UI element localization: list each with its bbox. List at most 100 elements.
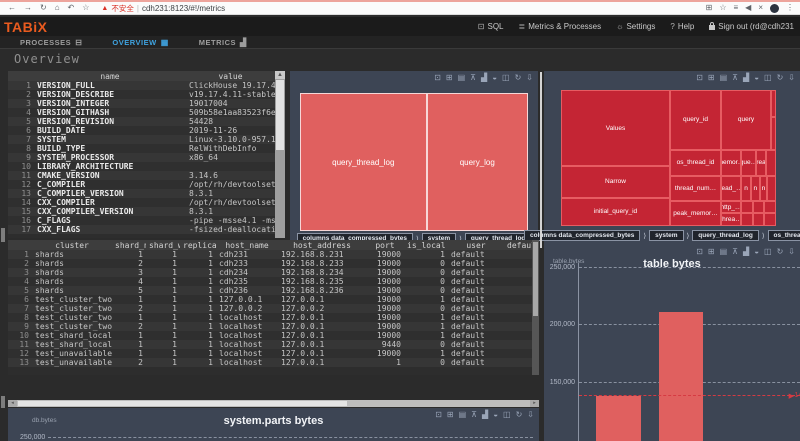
nav-metrics-processes[interactable]: ≣ Metrics & Processes <box>519 22 602 31</box>
col-name[interactable]: name <box>34 71 186 81</box>
table-row[interactable]: 16 C_FLAGS -pipe -msse4.1 -msse4.2 -mpo <box>8 216 275 225</box>
zoom-box-icon[interactable]: ⊡ <box>696 73 703 83</box>
bar-mode-icon[interactable]: ▟ <box>481 73 487 83</box>
forward-icon[interactable]: → <box>24 3 32 13</box>
scroll-left-icon[interactable]: ◂ <box>8 400 17 407</box>
treemap-cell[interactable]: threa… <box>720 213 741 226</box>
treemap-cell[interactable]: n <box>740 175 752 201</box>
scroll-up-icon[interactable]: ▲ <box>275 71 285 79</box>
table-row[interactable]: 5 VERSION_REVISION 54428 <box>8 117 275 126</box>
info-table-scrollbar[interactable]: ▲ <box>275 71 285 238</box>
autoscale-icon[interactable]: ⊼ <box>470 73 476 83</box>
back-icon[interactable]: ← <box>8 3 16 13</box>
resize-grip[interactable] <box>1 396 5 408</box>
treemap-cell[interactable]: query <box>720 90 772 150</box>
bar[interactable] <box>596 395 641 441</box>
treemap-cell[interactable]: n <box>751 175 760 201</box>
download-icon[interactable]: ⇩ <box>526 73 533 83</box>
cluster-table-scrollbar[interactable] <box>532 240 539 375</box>
pathbar-chip[interactable]: system <box>649 230 684 241</box>
close-tab-icon[interactable]: × <box>758 3 763 13</box>
autoscale-icon[interactable]: ⊼ <box>732 73 738 83</box>
tab-metrics[interactable]: METRICS ▟ <box>199 38 247 47</box>
tab-processes[interactable]: PROCESSES ⊟ <box>20 38 82 47</box>
bar[interactable] <box>658 311 704 441</box>
col-index[interactable] <box>8 71 34 81</box>
table-row[interactable]: 2 shards 2 1 1 cdh233 192.168.8.233 1900… <box>8 259 532 268</box>
hover-mode-icon[interactable]: ◒ <box>492 73 497 83</box>
compare-mode-icon[interactable]: ◫ <box>764 247 772 257</box>
hover-mode-icon[interactable]: ◒ <box>754 73 759 83</box>
table-row[interactable]: 9 SYSTEM_PROCESSOR x86_64 <box>8 153 275 162</box>
table-row[interactable]: 6 BUILD_DATE 2019-11-26 <box>8 126 275 135</box>
table-row[interactable]: 4 VERSION_GITHASH 509b58e1aa83523f6e3c72… <box>8 108 275 117</box>
treemap-cell[interactable] <box>764 200 776 214</box>
pan-icon[interactable]: ⊞ <box>708 247 715 257</box>
column-header[interactable]: port <box>366 240 404 250</box>
column-header[interactable]: host_name <box>216 240 278 250</box>
treemap-cell[interactable]: query_thread_log <box>300 93 427 231</box>
zoom-box-icon[interactable]: ⊡ <box>435 410 442 420</box>
scrollbar-thumb[interactable] <box>533 242 538 317</box>
tab-overview[interactable]: OVERVIEW ▦ <box>112 38 168 47</box>
table-row[interactable]: 9 test_cluster_two_s 2 1 1 localhost 127… <box>8 322 532 331</box>
compare-mode-icon[interactable]: ◫ <box>502 73 510 83</box>
table-row[interactable]: 1 VERSION_FULL ClickHouse 19.17.4.11 <box>8 81 275 90</box>
address-bar[interactable]: ▲ 不安全 | cdh231:8123/#!/metrics <box>97 2 700 14</box>
treemap-cell[interactable]: n <box>759 175 768 201</box>
column-header[interactable]: shard_we <box>146 240 180 250</box>
table-row[interactable]: 4 shards 4 1 1 cdh235 192.168.8.235 1900… <box>8 277 532 286</box>
download-icon[interactable]: ⇩ <box>527 410 534 420</box>
profile-avatar[interactable] <box>770 3 779 13</box>
treemap-cell[interactable]: os_thread_id <box>670 149 721 176</box>
table-row[interactable]: 7 test_cluster_two_s 2 1 1 127.0.0.2 127… <box>8 304 532 313</box>
reset-axes-icon[interactable]: ↻ <box>777 73 784 83</box>
reset-axes-icon[interactable]: ↻ <box>516 410 523 420</box>
nav-help[interactable]: ? Help <box>670 22 694 31</box>
zoom-box-icon[interactable]: ⊡ <box>434 73 441 83</box>
pathbar-chip[interactable]: query_thread_log <box>692 230 759 241</box>
table-row[interactable]: 12 test_unavailable_s 1 1 1 localhost 12… <box>8 349 532 358</box>
scrollbar-thumb[interactable] <box>18 401 348 406</box>
table-row[interactable]: 17 CXX_FLAGS -fsized-deallocation -pipe … <box>8 225 275 234</box>
column-header[interactable]: is_local <box>404 240 448 250</box>
history-icon[interactable]: ↶ <box>68 3 75 13</box>
treemap-cell[interactable]: que… <box>740 149 756 176</box>
nav-sql[interactable]: ⊡ SQL <box>478 22 504 31</box>
scroll-right-icon[interactable]: ▸ <box>530 400 539 407</box>
column-header[interactable]: shard_nu <box>112 240 146 250</box>
nav-settings[interactable]: ☼ Settings <box>616 22 655 31</box>
scrollbar-thumb[interactable] <box>276 80 284 151</box>
treemap-cell[interactable]: Values <box>561 90 670 167</box>
treemap-cell[interactable] <box>740 213 753 226</box>
reset-axes-icon[interactable]: ↻ <box>515 73 522 83</box>
bar-mode-icon[interactable]: ▟ <box>743 73 749 83</box>
hover-mode-icon[interactable]: ◒ <box>754 247 759 257</box>
table-row[interactable]: 11 test_shard_localho 1 1 1 localhost 12… <box>8 340 532 349</box>
table-row[interactable]: 10 test_shard_localho 1 1 1 localhost 12… <box>8 331 532 340</box>
browser-menu-icon[interactable]: ⋮ <box>786 3 794 13</box>
column-header[interactable]: default <box>504 240 532 250</box>
autoscale-icon[interactable]: ⊼ <box>732 247 738 257</box>
table-row[interactable]: 3 shards 3 1 1 cdh234 192.168.8.234 1900… <box>8 268 532 277</box>
hover-mode-icon[interactable]: ◒ <box>493 410 498 420</box>
table-row[interactable]: 15 CXX_COMPILER_VERSION 8.3.1 <box>8 207 275 216</box>
compare-mode-icon[interactable]: ◫ <box>503 410 511 420</box>
treemap-cell[interactable] <box>767 175 776 201</box>
apps-grid-icon[interactable]: ⊞ <box>706 3 713 13</box>
treemap-cell[interactable]: initial_query_id <box>561 197 670 226</box>
reset-axes-icon[interactable]: ↻ <box>777 247 784 257</box>
table-row[interactable]: 14 CXX_COMPILER /opt/rh/devtoolset-8/roo… <box>8 198 275 207</box>
security-warning-text[interactable]: 不安全 <box>111 3 134 14</box>
bar-mode-icon[interactable]: ▟ <box>743 247 749 257</box>
col-value[interactable]: value <box>186 71 275 81</box>
home-icon[interactable]: ⌂ <box>55 3 60 13</box>
treemap-cell[interactable]: read_… <box>720 175 741 201</box>
save-image-icon[interactable]: ▤ <box>720 73 728 83</box>
table-row[interactable]: 3 VERSION_INTEGER 19017004 <box>8 99 275 108</box>
treemap-cell[interactable]: thread_num… <box>670 175 721 201</box>
column-header[interactable]: host_address <box>278 240 366 250</box>
nav-sign-out[interactable]: Sign out (rd@cdh231 <box>709 21 794 32</box>
treemap-cell[interactable] <box>771 117 776 150</box>
compare-mode-icon[interactable]: ◫ <box>764 73 772 83</box>
